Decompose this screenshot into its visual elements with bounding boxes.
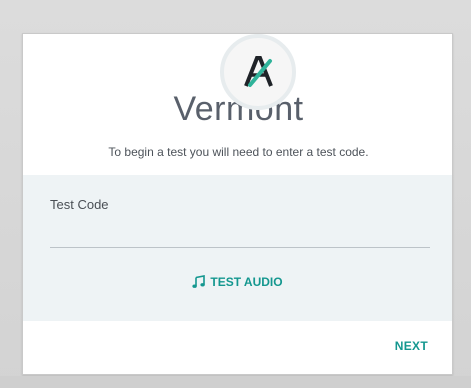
next-button[interactable]: NEXT bbox=[395, 339, 428, 353]
test-audio-button[interactable]: TEST AUDIO bbox=[23, 275, 452, 289]
test-code-section: Test Code TEST AUDIO bbox=[23, 175, 452, 321]
login-card: Vermont To begin a test you will need to… bbox=[22, 33, 453, 375]
test-code-label: Test Code bbox=[50, 197, 109, 212]
window-bottom-strip bbox=[0, 376, 471, 388]
test-code-input[interactable] bbox=[50, 219, 430, 248]
test-audio-label: TEST AUDIO bbox=[210, 275, 283, 289]
music-note-icon bbox=[192, 275, 206, 289]
a-logo-icon bbox=[238, 52, 278, 92]
page-subtitle: To begin a test you will need to enter a… bbox=[108, 145, 369, 159]
app-logo bbox=[220, 34, 296, 110]
